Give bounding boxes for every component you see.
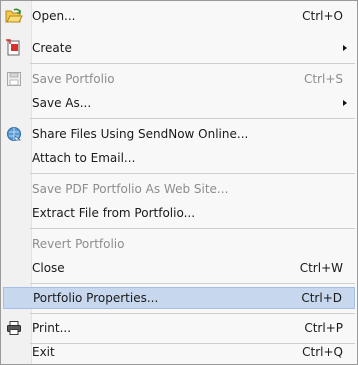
menu-item-label: Exit bbox=[32, 345, 55, 359]
menu-separator bbox=[30, 173, 355, 174]
menu-item-label: Extract File from Portfolio... bbox=[32, 206, 196, 220]
menu-item-revert[interactable]: Revert Portfolio bbox=[3, 233, 355, 255]
menu-item-label: Save PDF Portfolio As Web Site... bbox=[32, 182, 229, 196]
submenu-arrow-icon bbox=[343, 45, 347, 51]
menu-item-shortcut: Ctrl+S bbox=[303, 72, 343, 86]
menu-item-label: Attach to Email... bbox=[32, 151, 136, 165]
menu-item-label: Revert Portfolio bbox=[32, 237, 125, 251]
menu-item-save-web-site[interactable]: Save PDF Portfolio As Web Site... bbox=[3, 178, 355, 200]
menu-item-label: Portfolio Properties... bbox=[33, 291, 159, 305]
menu-item-label: Print... bbox=[32, 321, 72, 335]
menu-item-shortcut: Ctrl+O bbox=[302, 9, 343, 23]
menu-item-shortcut: Ctrl+P bbox=[304, 321, 343, 335]
menu-separator bbox=[30, 283, 355, 284]
menu-item-label: Save Portfolio bbox=[32, 72, 115, 86]
menu-item-label: Open... bbox=[32, 9, 76, 23]
create-pdf-icon bbox=[5, 39, 23, 57]
menu-separator bbox=[30, 63, 355, 64]
menu-item-extract-file[interactable]: Extract File from Portfolio... bbox=[3, 202, 355, 224]
menu-separator bbox=[30, 313, 355, 314]
submenu-arrow-icon bbox=[343, 100, 347, 106]
menu-item-share-files[interactable]: Share Files Using SendNow Online... bbox=[3, 123, 355, 145]
menu-item-create[interactable]: Create bbox=[3, 37, 355, 59]
file-menu: Open... Ctrl+O Create Save Portfolio Ctr… bbox=[0, 0, 358, 365]
open-folder-icon bbox=[5, 7, 23, 25]
menu-item-label: Close bbox=[32, 261, 65, 275]
menu-item-shortcut: Ctrl+W bbox=[299, 261, 343, 275]
menu-item-shortcut: Ctrl+D bbox=[301, 291, 342, 305]
menu-separator bbox=[30, 118, 355, 119]
save-disk-icon bbox=[5, 70, 23, 88]
share-online-icon bbox=[5, 125, 23, 143]
menu-item-save-as[interactable]: Save As... bbox=[3, 92, 355, 114]
menu-separator bbox=[30, 228, 355, 229]
menu-item-label: Save As... bbox=[32, 96, 92, 110]
printer-icon bbox=[5, 319, 23, 337]
menu-item-open[interactable]: Open... Ctrl+O bbox=[3, 5, 355, 27]
menu-item-portfolio-properties[interactable]: Portfolio Properties... Ctrl+D bbox=[3, 287, 355, 309]
menu-item-save-portfolio[interactable]: Save Portfolio Ctrl+S bbox=[3, 68, 355, 90]
menu-item-print[interactable]: Print... Ctrl+P bbox=[3, 317, 355, 339]
menu-item-close[interactable]: Close Ctrl+W bbox=[3, 257, 355, 279]
menu-item-attach-email[interactable]: Attach to Email... bbox=[3, 147, 355, 169]
menu-item-label: Create bbox=[32, 41, 72, 55]
menu-item-shortcut: Ctrl+Q bbox=[302, 345, 343, 359]
menu-item-exit[interactable]: Exit Ctrl+Q bbox=[3, 341, 355, 363]
menu-item-label: Share Files Using SendNow Online... bbox=[32, 127, 249, 141]
